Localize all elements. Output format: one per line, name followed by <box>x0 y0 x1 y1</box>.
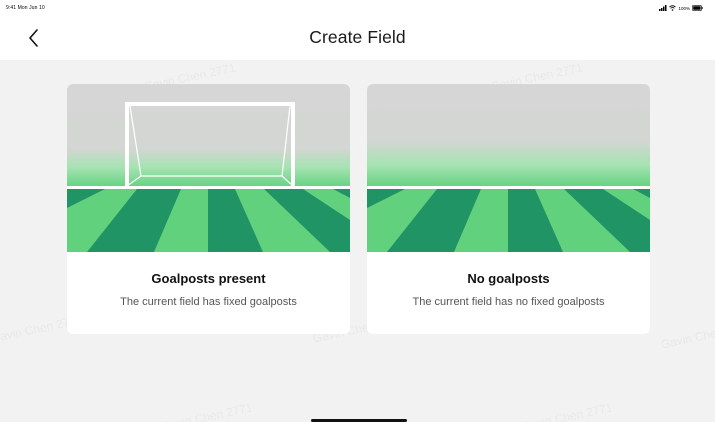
watermark: Gavin Chen 2771 <box>520 400 614 422</box>
card-title: Goalposts present <box>151 271 266 286</box>
card-description: The current field has fixed goalposts <box>120 296 297 308</box>
battery-percentage: 100% <box>678 5 690 11</box>
card-description: The current field has no fixed goalposts <box>412 296 605 308</box>
status-bar: 9:41 Mon Jun 10 100% <box>0 0 715 18</box>
no-goalposts-card[interactable]: No goalposts The current field has no fi… <box>367 84 650 334</box>
page-title: Create Field <box>309 27 406 47</box>
field-without-goal-image <box>367 84 650 252</box>
field-with-goal-image <box>67 84 350 252</box>
card-title: No goalposts <box>467 271 550 286</box>
battery-icon <box>692 5 703 11</box>
watermark: Gavin Chen 2771 <box>660 318 715 351</box>
signal-icon <box>659 5 667 11</box>
status-indicators: 100% <box>659 4 703 12</box>
goalposts-present-card[interactable]: Goalposts present The current field has … <box>67 84 350 334</box>
status-time: 9:41 Mon Jun 10 <box>6 5 45 11</box>
wifi-icon <box>669 5 677 11</box>
main-content: Gavin Chen 2771 Gavin Chen 2771 Gavin Ch… <box>0 60 715 422</box>
header: Create Field <box>0 18 715 60</box>
watermark: Gavin Chen 2771 <box>160 400 254 422</box>
